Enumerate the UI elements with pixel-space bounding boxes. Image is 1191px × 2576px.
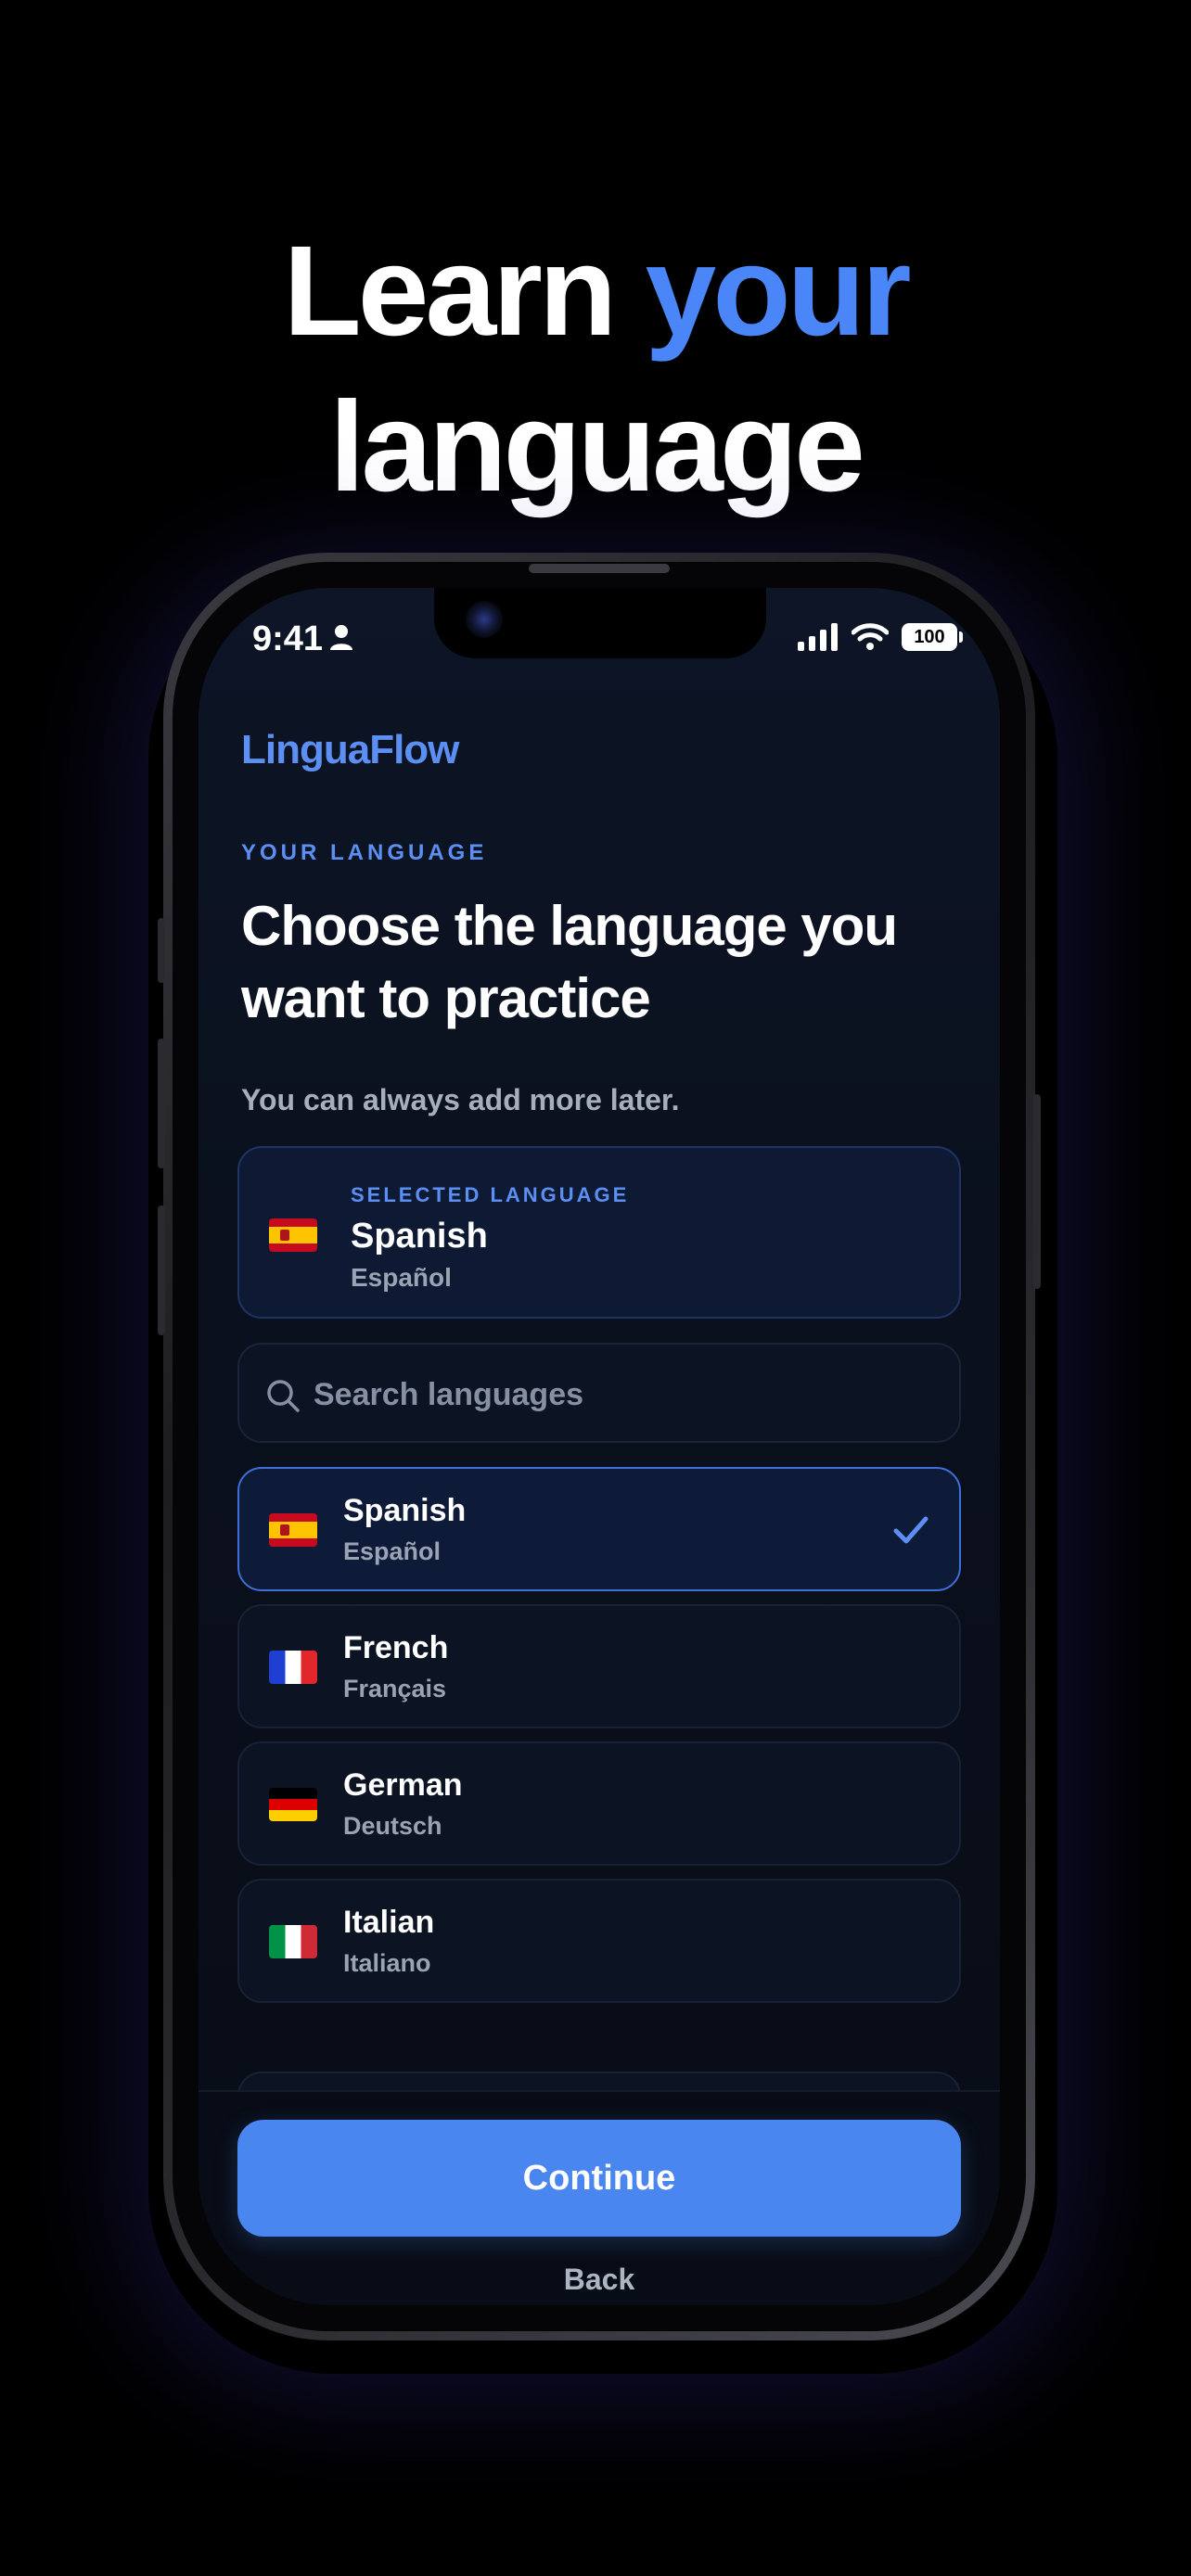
language-name: French bbox=[343, 1630, 449, 1665]
language-option-french[interactable]: French Français bbox=[237, 1604, 961, 1728]
cellular-signal-icon bbox=[798, 623, 838, 651]
volume-down-button bbox=[158, 1205, 165, 1335]
volume-up-button bbox=[158, 1039, 165, 1168]
dynamic-island bbox=[434, 588, 766, 658]
language-option-italian[interactable]: Italian Italiano bbox=[237, 1879, 961, 2003]
headline-line-2: language bbox=[329, 376, 865, 518]
headline-part-1: Learn bbox=[283, 220, 646, 363]
section-eyebrow: YOUR LANGUAGE bbox=[241, 840, 488, 865]
status-icons: 100 bbox=[798, 623, 963, 651]
italy-flag-icon bbox=[269, 1925, 317, 1958]
selected-language-label: SELECTED LANGUAGE bbox=[351, 1183, 630, 1206]
language-name: German bbox=[343, 1767, 463, 1803]
mute-switch bbox=[158, 918, 165, 983]
spain-flag-icon bbox=[269, 1218, 317, 1252]
battery-icon: 100 bbox=[902, 623, 963, 651]
phone-frame: 9:41 100 LinguaFlow YOUR LANGUAGE Choose… bbox=[163, 553, 1035, 2340]
selected-language-card: SELECTED LANGUAGE Spanish Español bbox=[237, 1146, 961, 1319]
france-flag-icon bbox=[269, 1651, 317, 1684]
selected-language-name: Spanish bbox=[351, 1217, 488, 1256]
spain-flag-icon bbox=[269, 1513, 317, 1547]
language-native-name: Español bbox=[343, 1537, 442, 1565]
language-option-german[interactable]: German Deutsch bbox=[237, 1741, 961, 1866]
search-icon bbox=[267, 1380, 300, 1412]
search-input[interactable] bbox=[314, 1365, 926, 1424]
headline-line-1: Learn your bbox=[0, 213, 1191, 369]
checkmark-icon bbox=[893, 1516, 928, 1544]
language-name: Italian bbox=[343, 1905, 435, 1940]
headline-accent: your bbox=[645, 220, 912, 363]
wifi-icon bbox=[852, 623, 889, 650]
marketing-headline: Learn your language bbox=[0, 213, 1191, 525]
continue-button[interactable]: Continue bbox=[237, 2120, 961, 2237]
front-camera bbox=[466, 601, 503, 638]
language-native-name: Français bbox=[343, 1675, 447, 1702]
language-name: Spanish bbox=[343, 1493, 467, 1528]
language-native-name: Italiano bbox=[343, 1949, 431, 1977]
language-native-name: Deutsch bbox=[343, 1812, 442, 1840]
germany-flag-icon bbox=[269, 1788, 317, 1821]
phone-screen: 9:41 100 LinguaFlow YOUR LANGUAGE Choose… bbox=[198, 588, 1000, 2305]
back-button[interactable]: Back bbox=[198, 2263, 1000, 2297]
phone-bezel: 9:41 100 LinguaFlow YOUR LANGUAGE Choose… bbox=[173, 562, 1026, 2331]
selected-language-native: Español bbox=[351, 1263, 452, 1292]
search-box[interactable] bbox=[237, 1343, 961, 1443]
power-button bbox=[1033, 1094, 1041, 1289]
page-subtitle: You can always add more later. bbox=[241, 1083, 680, 1116]
phone-speaker bbox=[529, 564, 670, 573]
status-time: 9:41 bbox=[252, 619, 324, 658]
app-store-screenshot: Learn your language 9:41 100 LinguaFlow … bbox=[0, 0, 1191, 2576]
app-brand: LinguaFlow bbox=[241, 727, 459, 772]
language-option-spanish[interactable]: Spanish Español bbox=[237, 1467, 961, 1591]
person-icon bbox=[330, 625, 352, 650]
page-title: Choose the language you want to practice bbox=[241, 895, 898, 1029]
